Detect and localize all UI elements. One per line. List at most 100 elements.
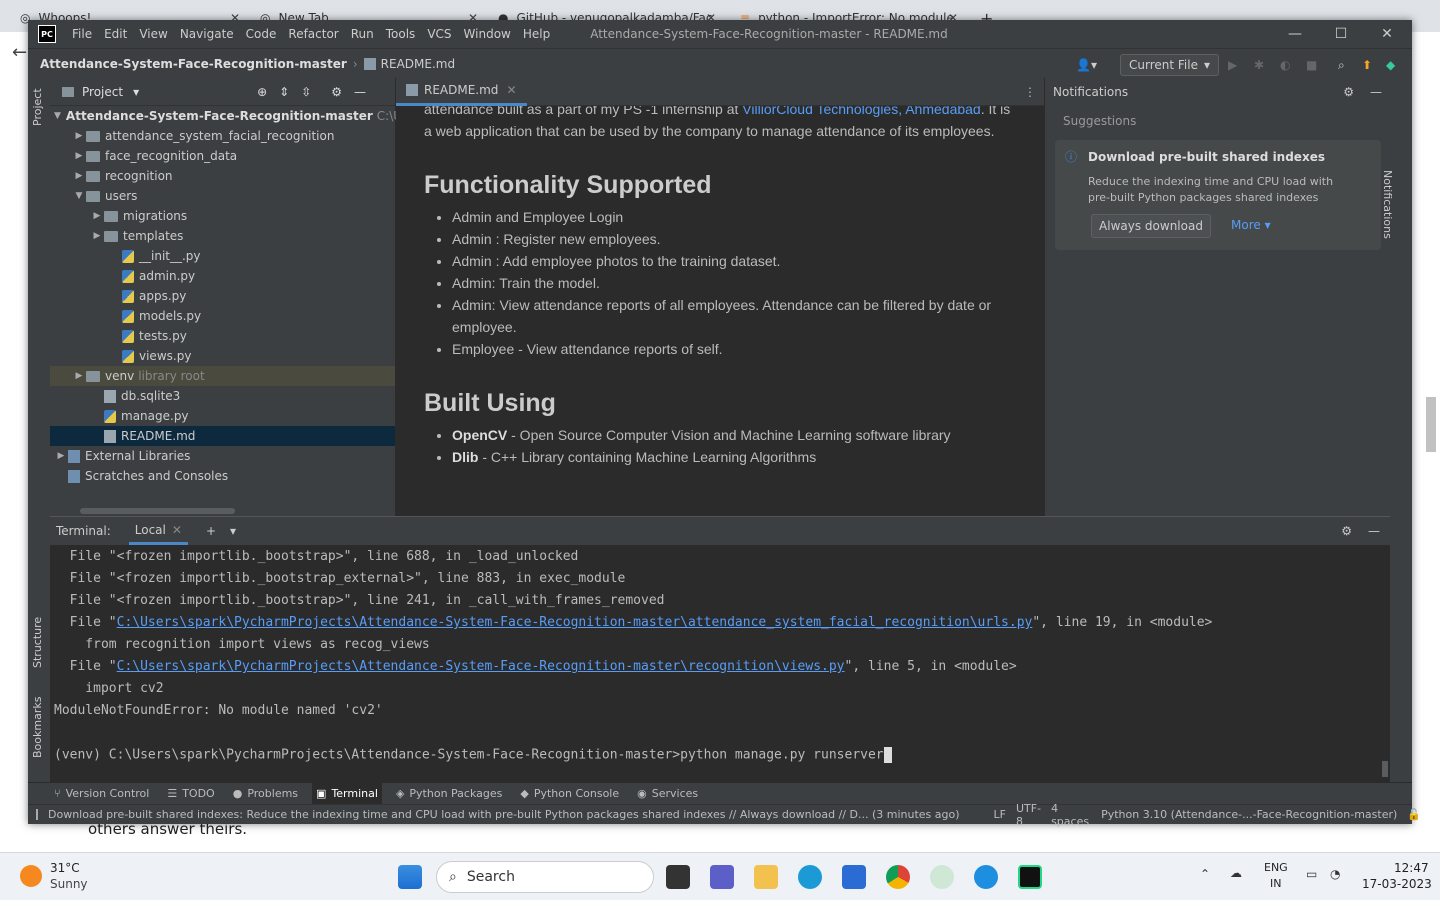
maximize-icon[interactable]: ☐ — [1318, 20, 1364, 48]
volume-icon[interactable]: ◔ — [1330, 867, 1340, 881]
status-message[interactable]: Download pre-built shared indexes: Reduc… — [48, 808, 960, 821]
add-icon[interactable]: + — [206, 524, 216, 538]
menu-tools[interactable]: Tools — [386, 27, 416, 41]
tree-item[interactable]: README.md — [50, 426, 395, 446]
tree-item[interactable]: ▶ attendance_system_facial_recognition — [50, 126, 395, 146]
debug-icon[interactable]: ✱ — [1254, 54, 1264, 76]
hide-icon[interactable]: — — [1370, 85, 1382, 99]
menu-code[interactable]: Code — [246, 27, 277, 41]
tree-item[interactable]: ▶ templates — [50, 226, 395, 246]
line-separator[interactable]: LF — [994, 808, 1006, 821]
terminal-output[interactable]: File "<frozen importlib._bootstrap>", li… — [50, 545, 1390, 781]
app-icon[interactable] — [930, 865, 954, 889]
tree-item[interactable]: ▶ migrations — [50, 206, 395, 226]
chevron-down-icon[interactable]: ▼ — [54, 111, 61, 121]
interpreter[interactable]: Python 3.10 (Attendance-...-Face-Recogni… — [1101, 808, 1397, 821]
user-icon[interactable]: 👤▾ — [1076, 54, 1097, 76]
tree-item[interactable]: manage.py — [50, 406, 395, 426]
chevron-down-icon[interactable]: ▾ — [133, 85, 139, 99]
menu-view[interactable]: View — [139, 27, 167, 41]
todo-tab[interactable]: ☰ TODO — [163, 783, 218, 805]
store-icon[interactable] — [842, 865, 866, 889]
hide-icon[interactable]: — — [354, 85, 366, 99]
close-icon[interactable]: ✕ — [172, 523, 182, 537]
file-link[interactable]: C:\Users\spark\PycharmProjects\Attendanc… — [117, 659, 845, 674]
tree-root[interactable]: ▼ Attendance-System-Face-Recognition-mast… — [50, 106, 427, 126]
tree-item[interactable]: ▶ External Libraries — [50, 446, 395, 466]
chevron-right-icon[interactable]: ▶ — [72, 131, 86, 141]
search-icon[interactable]: ⌕ — [1338, 54, 1345, 76]
more-button[interactable]: More ▾ — [1231, 218, 1271, 232]
close-icon[interactable]: ✕ — [506, 83, 516, 97]
chevron-right-icon[interactable]: ▶ — [72, 171, 86, 181]
tree-item[interactable]: ▶ face_recognition_data — [50, 146, 395, 166]
menu-window[interactable]: Window — [464, 27, 511, 41]
temperature[interactable]: 31°C — [50, 861, 80, 875]
chevron-right-icon[interactable]: ▶ — [72, 151, 86, 161]
stop-icon[interactable]: ■ — [1306, 54, 1317, 76]
always-download-button[interactable]: Always download — [1091, 214, 1211, 238]
hide-icon[interactable]: — — [1368, 524, 1380, 538]
tree-item[interactable]: __init__.py — [50, 246, 395, 266]
more-icon[interactable]: ⋮ — [1024, 85, 1036, 99]
menu-run[interactable]: Run — [351, 27, 374, 41]
tree-item[interactable]: admin.py — [50, 266, 395, 286]
clock-date[interactable]: 17-03-2023 — [1362, 877, 1432, 891]
region-code[interactable]: IN — [1270, 877, 1281, 890]
panel-title[interactable]: Project — [82, 85, 123, 99]
menu-file[interactable]: File — [72, 27, 92, 41]
windows-start-icon[interactable] — [398, 865, 422, 889]
close-icon[interactable]: ✕ — [1364, 20, 1410, 48]
language-code[interactable]: ENG — [1264, 861, 1288, 874]
onedrive-icon[interactable]: ☁ — [1230, 866, 1242, 880]
taskbar-search[interactable]: ⌕ Search — [436, 861, 654, 893]
chevron-down-icon[interactable]: ▼ — [72, 191, 86, 201]
encoding[interactable]: UTF-8 — [1016, 802, 1041, 828]
menu-navigate[interactable]: Navigate — [180, 27, 234, 41]
terminal-tab[interactable]: ▣ Terminal — [312, 782, 382, 805]
expand-all-icon[interactable]: ⇕ — [279, 85, 289, 99]
network-icon[interactable]: ▭ — [1306, 867, 1317, 881]
gear-icon[interactable]: ⚙ — [1341, 524, 1352, 538]
tree-item[interactable]: views.py — [50, 346, 395, 366]
chevron-right-icon[interactable]: ▶ — [90, 231, 104, 241]
update-icon[interactable]: ⬆ — [1362, 54, 1372, 76]
scrollbar[interactable] — [1382, 761, 1388, 777]
gear-icon[interactable]: ⚙ — [1343, 85, 1354, 99]
collapse-all-icon[interactable]: ⇳ — [301, 85, 311, 99]
status-toggle-icon[interactable] — [36, 809, 38, 820]
breadcrumb-file[interactable]: README.md — [381, 57, 455, 71]
notifications-tool-tab[interactable]: Notifications — [1381, 170, 1394, 239]
run-config-select[interactable]: Current File ▾ — [1120, 54, 1219, 76]
structure-tool-tab[interactable]: Structure — [31, 617, 44, 668]
gear-icon[interactable]: ⚙ — [331, 85, 342, 99]
teams-icon[interactable] — [710, 865, 734, 889]
tree-item[interactable]: tests.py — [50, 326, 395, 346]
clock-time[interactable]: 12:47 — [1394, 861, 1429, 875]
lock-icon[interactable]: 🔓 — [1407, 808, 1421, 821]
bookmarks-tool-tab[interactable]: Bookmarks — [31, 697, 44, 758]
skype-icon[interactable] — [974, 865, 998, 889]
project-tool-tab[interactable]: Project — [31, 88, 44, 126]
tree-item[interactable]: db.sqlite3 — [50, 386, 395, 406]
menu-vcs[interactable]: VCS — [427, 27, 451, 41]
tree-item[interactable]: ▶ venv library root — [50, 366, 395, 386]
intro-link[interactable]: VilliorCloud Technologies, Ahmedabad — [742, 106, 980, 117]
run-icon[interactable]: ▶ — [1228, 54, 1237, 76]
menu-edit[interactable]: Edit — [104, 27, 127, 41]
task-view-icon[interactable] — [666, 865, 690, 889]
version-control-tab[interactable]: ⑂ Version Control — [50, 783, 153, 805]
locate-icon[interactable]: ⊕ — [257, 85, 267, 99]
tab-local[interactable]: Local ✕ — [128, 517, 188, 545]
tree-item[interactable]: Scratches and Consoles — [50, 466, 395, 486]
chrome-icon[interactable] — [886, 865, 910, 889]
python-packages-tab[interactable]: ◈ Python Packages — [392, 783, 506, 805]
indent[interactable]: 4 spaces — [1051, 802, 1089, 828]
menu-help[interactable]: Help — [523, 27, 550, 41]
python-console-tab[interactable]: ◆ Python Console — [516, 783, 623, 805]
chevron-up-icon[interactable]: ⌃ — [1200, 867, 1210, 881]
problems-tab[interactable]: ● Problems — [229, 783, 302, 805]
chevron-down-icon[interactable]: ▾ — [230, 524, 236, 538]
tree-item[interactable]: models.py — [50, 306, 395, 326]
tree-item[interactable]: ▼ users — [50, 186, 395, 206]
